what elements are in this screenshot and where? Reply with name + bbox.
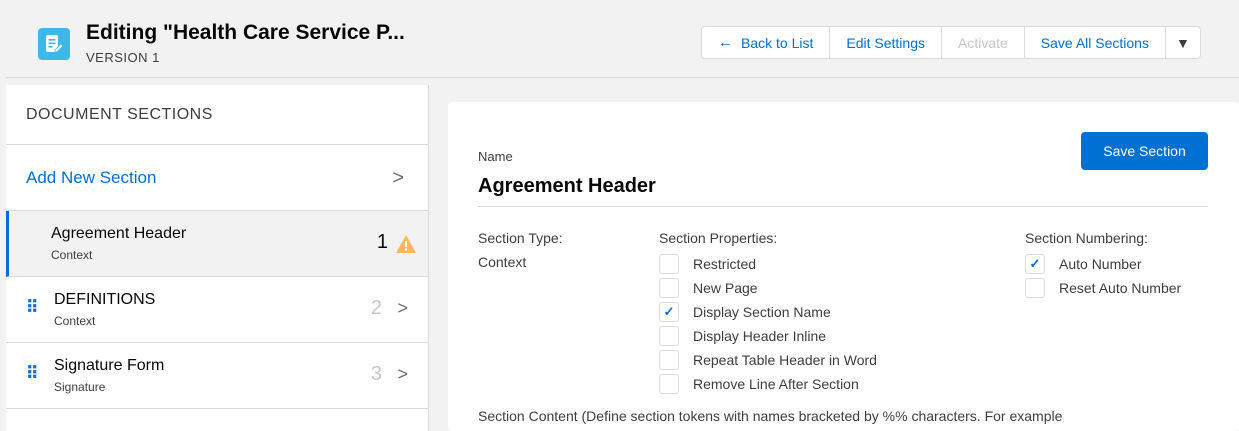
property-display-header-inline[interactable]: Display Header Inline <box>659 326 826 346</box>
divider <box>478 206 1208 207</box>
chevron-right-icon: > <box>397 364 408 384</box>
section-type-label: Section Type: <box>478 230 563 246</box>
activate-button[interactable]: Activate <box>942 27 1025 58</box>
chevron-right-icon: > <box>397 298 408 318</box>
section-number: 2 <box>370 297 382 319</box>
section-name: Signature Form <box>54 357 165 374</box>
checkbox-label: New Page <box>693 280 758 296</box>
checkbox[interactable] <box>659 254 679 274</box>
checkbox-label: Reset Auto Number <box>1059 280 1182 296</box>
save-all-sections-button[interactable]: Save All Sections <box>1025 27 1166 58</box>
chevron-right-icon: > <box>392 167 404 189</box>
checkmark-icon: ✓ <box>1029 256 1041 271</box>
property-new-page[interactable]: New Page <box>659 278 758 298</box>
checkbox[interactable] <box>659 350 679 370</box>
checkbox[interactable] <box>659 278 679 298</box>
warning-icon <box>396 235 416 253</box>
arrow-left-icon: ← <box>718 34 733 51</box>
checkmark-icon: ✓ <box>663 304 675 319</box>
section-name: Agreement Header <box>51 225 187 242</box>
checkbox-label: Display Header Inline <box>693 328 827 344</box>
checkbox-label: Auto Number <box>1059 256 1142 272</box>
page-title: Editing "Health Care Service P... <box>86 21 405 44</box>
sidebar-item-signature-form[interactable]: ⠿ Signature Form Signature 3 > <box>6 343 428 409</box>
header-button-group: ← Back to List Edit Settings Activate Sa… <box>701 26 1201 59</box>
checkbox-label: Restricted <box>693 256 757 272</box>
numbering-reset-auto-number[interactable]: Reset Auto Number <box>1025 278 1181 298</box>
checkbox[interactable] <box>659 374 679 394</box>
drag-handle-icon[interactable]: ⠿ <box>26 365 38 382</box>
name-label: Name <box>478 149 513 164</box>
back-to-list-label: Back to List <box>741 34 814 51</box>
checkbox[interactable] <box>1025 278 1045 298</box>
add-new-section-label: Add New Section <box>26 167 157 187</box>
section-number: 3 <box>370 363 382 385</box>
version-label: VERSION 1 <box>86 50 160 65</box>
section-number: 1 <box>376 231 388 253</box>
section-type: Context <box>51 248 93 262</box>
checkbox-checked[interactable]: ✓ <box>1025 254 1045 274</box>
checkbox-label: Remove Line After Section <box>693 376 859 392</box>
section-content-label: Section Content (Define section tokens w… <box>478 408 1063 424</box>
sidebar-title: DOCUMENT SECTIONS <box>6 85 428 145</box>
sidebar-item-definitions[interactable]: ⠿ DEFINITIONS Context 2 > <box>6 277 428 343</box>
back-to-list-button[interactable]: ← Back to List <box>702 27 831 58</box>
drag-handle-icon[interactable]: ⠿ <box>26 299 38 316</box>
section-type-value: Context <box>478 254 527 270</box>
section-type: Context <box>54 314 96 328</box>
checkbox-label: Display Section Name <box>693 304 831 320</box>
property-repeat-table-header[interactable]: Repeat Table Header in Word <box>659 350 877 370</box>
save-section-button[interactable]: Save Section <box>1081 132 1208 170</box>
more-actions-menu-button[interactable]: ▼ <box>1166 27 1200 58</box>
checkbox-checked[interactable]: ✓ <box>659 302 679 322</box>
section-name-value[interactable]: Agreement Header <box>478 175 656 198</box>
section-properties-label: Section Properties: <box>659 230 778 246</box>
section-editor-card: Name Agreement Header Save Section Secti… <box>448 102 1239 431</box>
section-name: DEFINITIONS <box>54 291 156 308</box>
property-display-section-name[interactable]: ✓ Display Section Name <box>659 302 831 322</box>
property-remove-line-after-section[interactable]: Remove Line After Section <box>659 374 859 394</box>
add-new-section-button[interactable]: Add New Section > <box>6 145 428 211</box>
document-edit-icon <box>38 28 70 60</box>
sidebar-item-agreement-header[interactable]: Agreement Header Context 1 <box>6 211 428 277</box>
checkbox[interactable] <box>659 326 679 346</box>
property-restricted[interactable]: Restricted <box>659 254 756 274</box>
document-sections-sidebar: DOCUMENT SECTIONS Add New Section > Agre… <box>6 85 429 431</box>
checkbox-label: Repeat Table Header in Word <box>693 352 877 368</box>
page-header: Editing "Health Care Service P... VERSIO… <box>6 6 1239 78</box>
edit-settings-button[interactable]: Edit Settings <box>830 27 942 58</box>
section-numbering-label: Section Numbering: <box>1025 230 1148 246</box>
numbering-auto-number[interactable]: ✓ Auto Number <box>1025 254 1141 274</box>
section-type: Signature <box>54 380 106 394</box>
caret-down-icon: ▼ <box>1176 34 1190 51</box>
